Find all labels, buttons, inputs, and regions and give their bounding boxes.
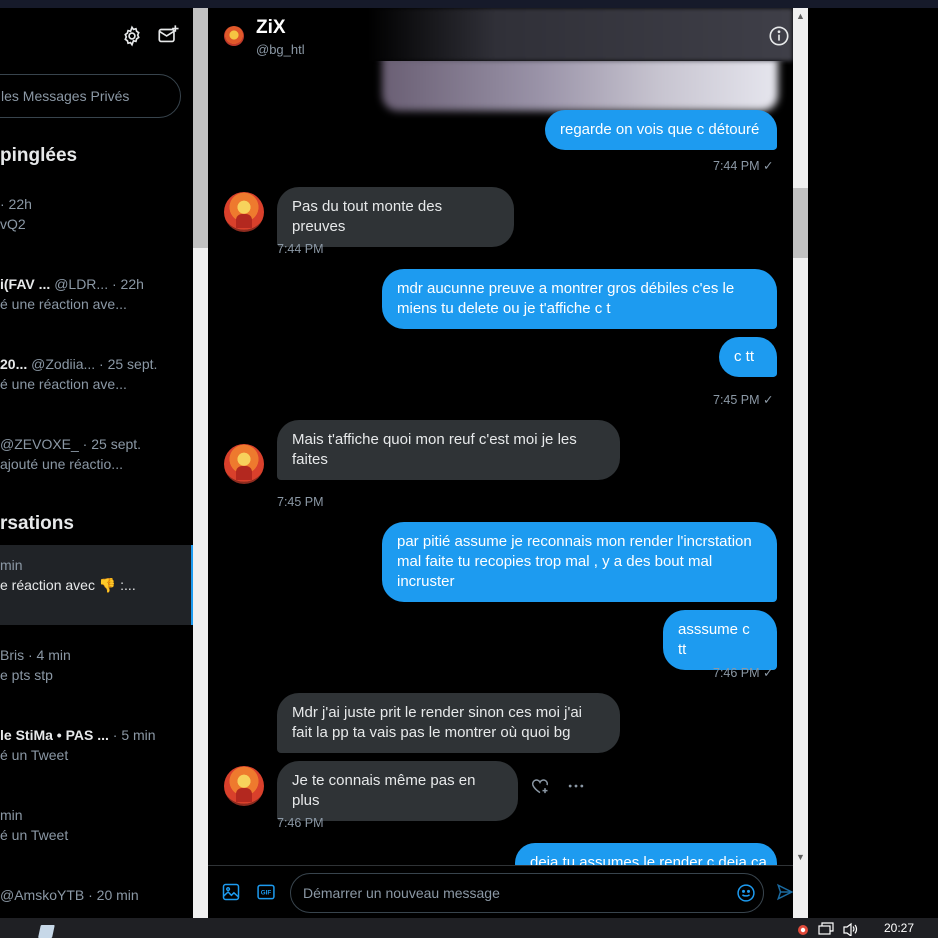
- scroll-down-arrow-icon[interactable]: ▼: [796, 853, 805, 862]
- conversation-item[interactable]: le StiMa • PAS ... · 5 min é un Tweet: [0, 715, 193, 795]
- sent-check-icon: ✓: [763, 666, 774, 680]
- conversation-meta: @LDR... · 22h: [54, 276, 144, 292]
- tray-notification-icon[interactable]: [796, 922, 812, 936]
- message-outgoing[interactable]: deja tu assumes le render c deja ça: [515, 843, 777, 865]
- conversation-meta: min: [0, 557, 23, 573]
- contact-name[interactable]: ZiX: [256, 17, 286, 39]
- conversation-preview: vQ2: [0, 216, 26, 232]
- message-timestamp: 7:44 PM: [277, 242, 324, 256]
- info-icon[interactable]: [768, 25, 790, 47]
- conversation-preview: é une réaction ave...: [0, 296, 127, 312]
- new-message-field[interactable]: [290, 873, 764, 913]
- sidebar-scrollbar-thumb[interactable]: [193, 8, 208, 248]
- conversation-meta: @Zodiia... · 25 sept.: [31, 356, 158, 372]
- message-outgoing[interactable]: regarde on vois que c détouré: [545, 110, 777, 150]
- message-incoming[interactable]: Mais t'affiche quoi mon reuf c'est moi j…: [277, 420, 620, 480]
- pinned-conversation[interactable]: i(FAV ... @LDR... · 22h é une réaction a…: [0, 264, 193, 344]
- conversation-preview: é une réaction ave...: [0, 376, 127, 392]
- message-text-input[interactable]: [303, 883, 723, 903]
- message-timestamp: 7:46 PM ✓: [713, 665, 774, 680]
- emoji-icon[interactable]: [736, 883, 756, 903]
- message-list: regarde on vois que c détouré 7:44 PM ✓ …: [208, 61, 793, 865]
- blurred-image-attachment[interactable]: [382, 61, 778, 111]
- conversation-name: i(FAV ...: [0, 276, 51, 292]
- pinned-conversation[interactable]: @ZEVOXE_ · 25 sept. ajouté une réactio..…: [0, 424, 193, 504]
- more-icon[interactable]: [566, 776, 586, 796]
- network-icon[interactable]: [818, 922, 834, 936]
- conversation-meta: Bris · 4 min: [0, 647, 71, 663]
- conversation-preview: e réaction avec 👎 :...: [0, 577, 136, 593]
- conversation-meta: @AmskoYTB · 20 min: [0, 887, 139, 903]
- window-top-strip: [0, 0, 938, 8]
- message-timestamp: 7:45 PM: [277, 495, 324, 509]
- chat-panel: ZiX @bg_htl regarde on vois que c détour…: [208, 8, 793, 918]
- volume-icon[interactable]: [842, 922, 858, 938]
- message-timestamp: 7:46 PM: [277, 816, 324, 830]
- search-placeholder: les Messages Privés: [1, 88, 130, 104]
- contact-avatar[interactable]: [224, 192, 264, 232]
- conversation-meta: · 5 min: [112, 727, 156, 743]
- image-icon[interactable]: [221, 882, 241, 902]
- chat-header: ZiX @bg_htl: [208, 8, 793, 61]
- empty-right-area: [808, 8, 938, 918]
- message-composer: GIF: [208, 865, 793, 918]
- heart-plus-icon[interactable]: [530, 776, 550, 796]
- chat-scrollbar-thumb[interactable]: [793, 188, 808, 258]
- sent-check-icon: ✓: [763, 159, 774, 173]
- send-icon[interactable]: [776, 883, 793, 903]
- pinned-conversation[interactable]: · 22h vQ2: [0, 184, 193, 264]
- contact-avatar[interactable]: [224, 766, 264, 806]
- message-outgoing[interactable]: c tt: [719, 337, 777, 377]
- conversation-item[interactable]: @AmskoYTB · 20 min: [0, 875, 193, 918]
- message-outgoing[interactable]: mdr aucunne preuve a montrer gros débile…: [382, 269, 777, 329]
- scroll-up-arrow-icon[interactable]: ▲: [796, 12, 805, 21]
- conversations-section-title: rsations: [0, 513, 74, 534]
- sent-check-icon: ✓: [763, 393, 774, 407]
- message-outgoing[interactable]: par pitié assume je reconnais mon render…: [382, 522, 777, 602]
- conversation-meta: @ZEVOXE_ · 25 sept.: [0, 436, 142, 452]
- conversation-preview: é un Tweet: [0, 747, 69, 763]
- conversation-name: le StiMa • PAS ...: [0, 727, 109, 743]
- timestamp-text: 7:45 PM: [713, 393, 760, 407]
- conversation-item[interactable]: Bris · 4 min e pts stp: [0, 635, 193, 715]
- message-timestamp: 7:45 PM ✓: [713, 392, 774, 407]
- new-message-icon[interactable]: [157, 24, 179, 46]
- taskbar-clock[interactable]: 20:27: [884, 921, 914, 935]
- timestamp-text: 7:44 PM: [713, 159, 760, 173]
- conversation-preview: é un Tweet: [0, 827, 69, 843]
- contact-handle: @bg_htl: [256, 42, 305, 57]
- conversation-meta: min: [0, 807, 23, 823]
- search-direct-messages-input[interactable]: les Messages Privés: [0, 74, 181, 118]
- conversation-sidebar: les Messages Privés pinglées · 22h vQ2 i…: [0, 8, 193, 918]
- message-timestamp: 7:44 PM ✓: [713, 158, 774, 173]
- contact-avatar[interactable]: [224, 444, 264, 484]
- conversation-item[interactable]: min é un Tweet: [0, 795, 193, 875]
- conversation-name: 20...: [0, 356, 28, 372]
- pinned-conversation[interactable]: 20... @Zodiia... · 25 sept. é une réacti…: [0, 344, 193, 424]
- screen: les Messages Privés pinglées · 22h vQ2 i…: [0, 0, 938, 938]
- conversation-item-active[interactable]: min e réaction avec 👎 :...: [0, 545, 193, 625]
- message-outgoing[interactable]: asssume c tt: [663, 610, 777, 670]
- conversation-preview: ajouté une réactio...: [0, 456, 123, 472]
- gear-icon[interactable]: [121, 25, 143, 47]
- pinned-section-title: pinglées: [0, 145, 78, 166]
- os-taskbar: 20:27: [0, 918, 938, 938]
- taskbar-app-icon[interactable]: [38, 924, 55, 938]
- gif-icon[interactable]: GIF: [256, 882, 276, 902]
- conversation-meta: · 22h: [0, 196, 32, 212]
- header-avatar[interactable]: [224, 26, 244, 46]
- gif-label: GIF: [261, 890, 272, 897]
- message-incoming[interactable]: Je te connais même pas en plus: [277, 761, 518, 821]
- blurred-header-area: [368, 8, 793, 61]
- conversation-preview: e pts stp: [0, 667, 53, 683]
- timestamp-text: 7:46 PM: [713, 666, 760, 680]
- message-incoming[interactable]: Pas du tout monte des preuves: [277, 187, 514, 247]
- sidebar-scrollbar[interactable]: [193, 8, 208, 918]
- chat-scrollbar[interactable]: ▲ ▼: [793, 8, 808, 918]
- message-incoming[interactable]: Mdr j'ai juste prit le render sinon ces …: [277, 693, 620, 753]
